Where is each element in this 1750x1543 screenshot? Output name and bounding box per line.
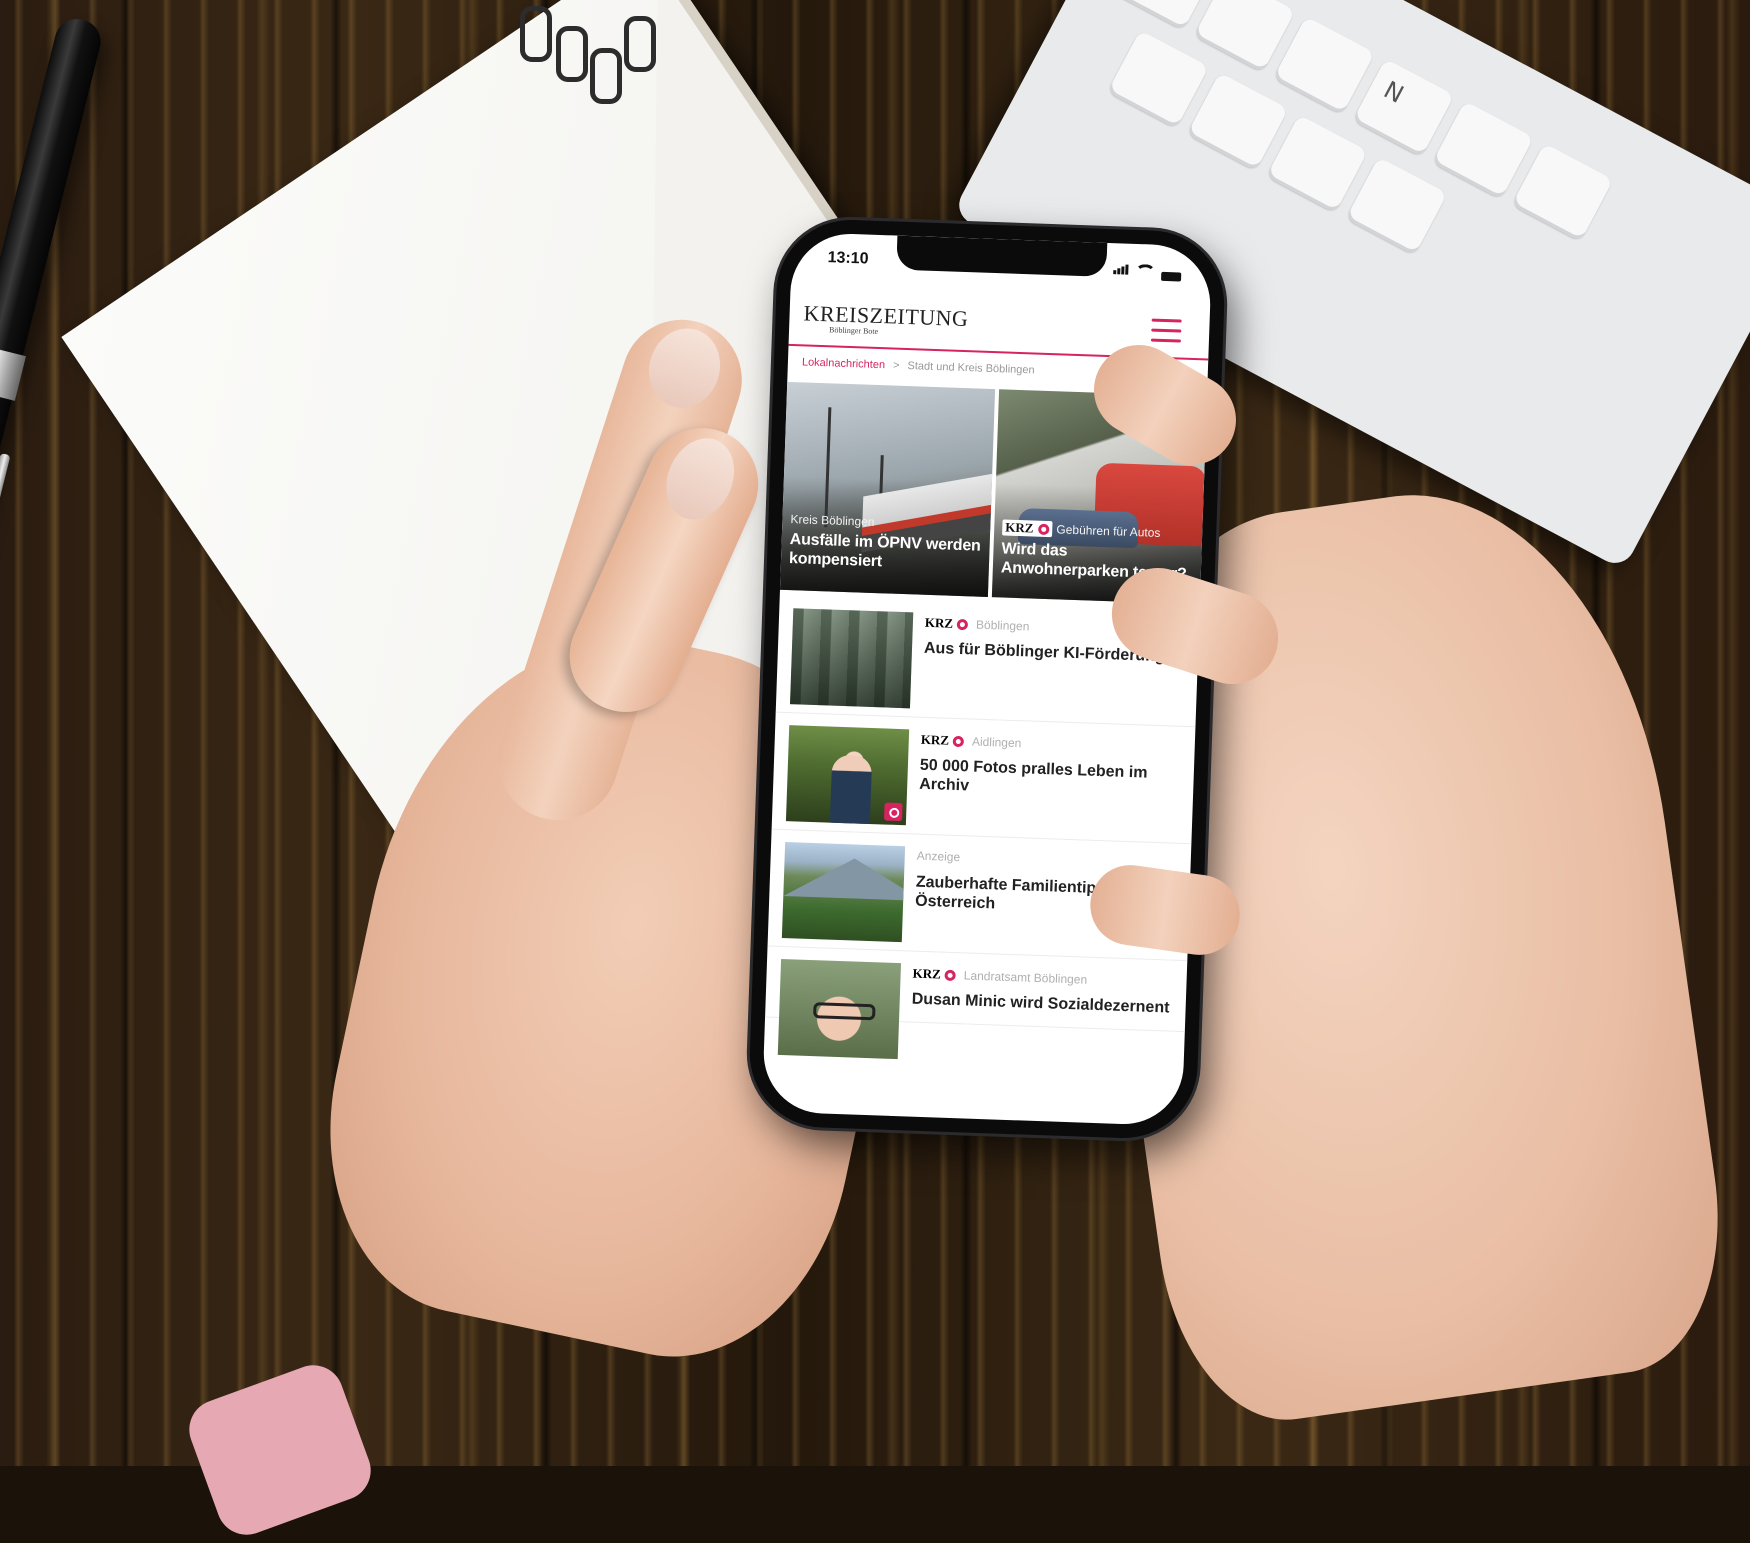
notebook-spiral xyxy=(520,6,552,62)
article-meta: KRZ Böblingen xyxy=(925,615,1030,635)
battery-icon xyxy=(1161,271,1182,282)
krz-plus-badge: KRZ xyxy=(1002,519,1053,538)
fingernail xyxy=(638,319,731,417)
newspaper-logo-subtitle: Böblinger Bote xyxy=(828,325,879,336)
plus-icon xyxy=(944,969,957,981)
breadcrumb-separator: > xyxy=(892,359,900,372)
article-meta: KRZ Aidlingen xyxy=(921,732,1022,751)
hero-kicker-text: Gebühren für Autos xyxy=(1056,522,1161,540)
keyboard-key xyxy=(1193,0,1296,73)
keyboard-key xyxy=(1432,100,1534,200)
notebook-spiral xyxy=(590,48,622,104)
article-location: Aidlingen xyxy=(971,734,1022,751)
krz-plus-badge: KRZ xyxy=(921,732,965,749)
article-title[interactable]: Dusan Minic wird Sozialdezernent xyxy=(911,990,1174,1018)
status-icons xyxy=(1113,261,1182,282)
breadcrumb: Lokalnachrichten > Stadt und Kreis Böbli… xyxy=(802,356,1035,376)
keyboard-key-n: N xyxy=(1352,58,1455,157)
list-item[interactable]: KRZ Landratsamt Böblingen Dusan Minic wi… xyxy=(765,946,1188,1060)
newspaper-logo[interactable]: KREISZEITUNG xyxy=(803,300,969,332)
hero-title[interactable]: Ausfälle im ÖPNV werden kompensiert xyxy=(789,530,982,575)
keyboard-key xyxy=(1345,156,1448,256)
person-image xyxy=(813,1002,876,1021)
breadcrumb-item-lokalnachrichten[interactable]: Lokalnachrichten xyxy=(802,356,886,371)
plus-icon xyxy=(1038,523,1050,535)
article-thumbnail xyxy=(781,842,906,943)
article-thumbnail xyxy=(777,958,902,1060)
krz-badge-label: KRZ xyxy=(924,614,954,631)
article-location: Böblingen xyxy=(975,617,1030,634)
krz-plus-badge: KRZ xyxy=(925,615,969,632)
krz-plus-badge: KRZ xyxy=(912,965,957,983)
signal-icon xyxy=(1113,261,1130,280)
wifi-icon xyxy=(1135,263,1156,281)
ad-label: Anzeige xyxy=(916,848,961,865)
fingernail xyxy=(653,427,747,531)
hero-kicker: Kreis Böblingen xyxy=(790,512,875,529)
article-title[interactable]: 50 000 Fotos pralles Leben im Archiv xyxy=(919,756,1182,803)
krz-badge-label: KRZ xyxy=(1005,519,1034,536)
plus-icon xyxy=(952,735,965,747)
breadcrumb-item-stadt-und-kreis[interactable]: Stadt und Kreis Böblingen xyxy=(907,360,1035,376)
camera-icon xyxy=(883,802,903,822)
person-image xyxy=(829,754,873,826)
article-list: KRZ Böblingen Aus für Böblinger KI-Förde… xyxy=(765,595,1200,1060)
keyboard-key xyxy=(1511,143,1614,242)
notebook-spiral xyxy=(556,26,588,82)
hamburger-menu-icon[interactable] xyxy=(1150,318,1182,344)
keyboard-key xyxy=(1186,72,1289,171)
keyboard-key xyxy=(1266,114,1369,213)
hero-article-card[interactable]: Kreis Böblingen Ausfälle im ÖPNV werden … xyxy=(779,381,996,597)
article-thumbnail xyxy=(790,608,914,709)
list-item[interactable]: KRZ Aidlingen 50 000 Fotos pralles Leben… xyxy=(771,712,1196,845)
notebook-spiral xyxy=(624,16,656,72)
article-location: Landratsamt Böblingen xyxy=(963,968,1088,987)
article-thumbnail xyxy=(785,725,910,826)
street-lamp xyxy=(824,407,832,528)
krz-badge-label: KRZ xyxy=(920,731,950,748)
keyboard-key xyxy=(1273,16,1375,115)
status-time: 13:10 xyxy=(827,249,869,268)
mountain-image xyxy=(783,856,906,901)
phone-notch xyxy=(896,235,1108,277)
article-meta: Anzeige xyxy=(917,849,961,865)
plus-icon xyxy=(956,618,969,630)
keyboard-key xyxy=(1107,29,1210,129)
keyboard-key-label: N xyxy=(1379,75,1409,109)
article-meta: KRZ Landratsamt Böblingen xyxy=(912,966,1087,988)
krz-badge-label: KRZ xyxy=(912,965,942,982)
